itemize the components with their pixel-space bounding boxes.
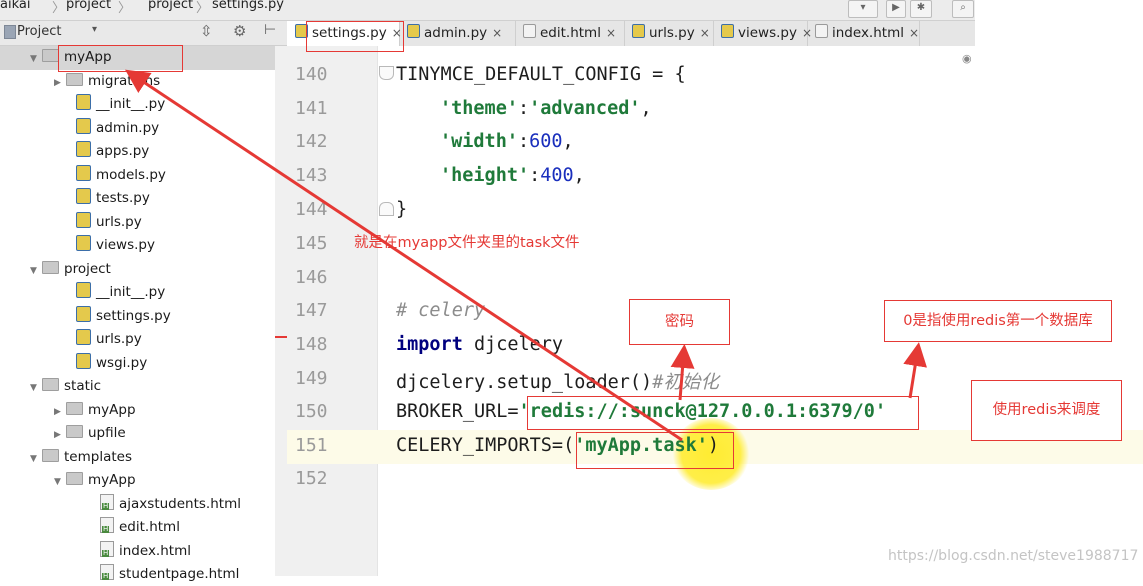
arrow-to-db-index [903, 342, 928, 399]
watermark: https://blog.csdn.net/steve1988717 [888, 548, 1139, 564]
arrow-to-password [670, 344, 695, 401]
arrow-to-myapp [125, 69, 683, 442]
annotation-arrows [125, 69, 928, 442]
